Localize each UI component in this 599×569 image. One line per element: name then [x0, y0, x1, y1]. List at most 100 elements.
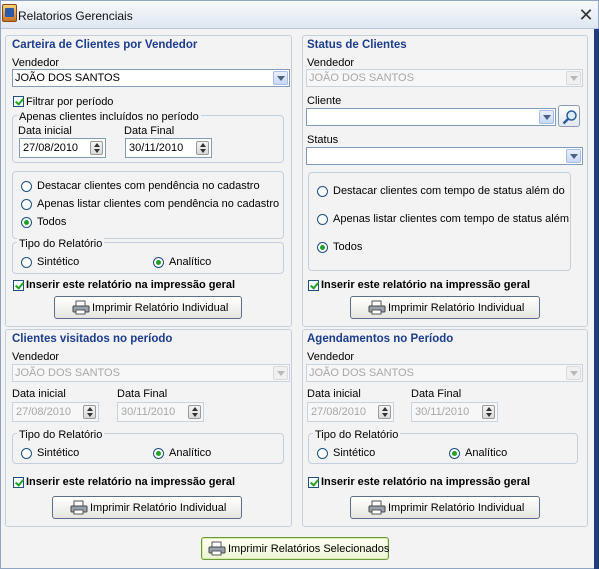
- printer-icon: [70, 500, 88, 515]
- search-icon: [562, 110, 577, 125]
- spinner-icon[interactable]: [196, 141, 209, 155]
- tipo-relatorio-group: Tipo do Relatório Sintético Analítico: [308, 429, 578, 464]
- inserir-label: Inserir este relatório na impressão gera…: [26, 279, 236, 291]
- carteira-title: Carteira de Clientes por Vendedor: [12, 39, 198, 51]
- data-final-field[interactable]: 30/11/2010: [411, 402, 498, 422]
- radio-sintetico[interactable]: [317, 448, 328, 459]
- data-final-value: 30/11/2010: [415, 406, 470, 418]
- data-final-field[interactable]: 30/11/2010: [117, 402, 204, 422]
- data-final-label: Data Final: [411, 388, 462, 400]
- vendedor-value: JOÃO DOS SANTOS: [15, 367, 120, 379]
- radio-sintetico[interactable]: [21, 257, 32, 268]
- data-inicial-field[interactable]: 27/08/2010: [307, 402, 394, 422]
- cliente-label: Cliente: [307, 95, 342, 107]
- imprimir-individual-label: Imprimir Relatório Individual: [92, 302, 229, 314]
- imprimir-selecionados-label: Imprimir Relatórios Selecionados: [228, 543, 390, 555]
- imprimir-individual-button[interactable]: Imprimir Relatório Individual: [350, 296, 540, 319]
- radio-analitico[interactable]: [153, 257, 164, 268]
- radio-sintetico[interactable]: [21, 448, 32, 459]
- radio-destacar[interactable]: [21, 181, 32, 192]
- vendedor-label: Vendedor: [307, 57, 355, 69]
- imprimir-individual-button[interactable]: Imprimir Relatório Individual: [52, 496, 242, 519]
- agendamentos-group: Agendamentos no Período Vendedor JOÃO DO…: [302, 329, 588, 527]
- imprimir-individual-label: Imprimir Relatório Individual: [388, 502, 525, 514]
- data-inicial-field[interactable]: 27/08/2010: [12, 402, 99, 422]
- data-inicial-label: Data inicial: [307, 388, 361, 400]
- chevron-down-icon[interactable]: [566, 71, 581, 85]
- inserir-checkbox[interactable]: [13, 280, 24, 291]
- radio-apenas-label: Apenas listar clientes com tempo de stat…: [333, 213, 570, 225]
- data-inicial-value: 27/08/2010: [23, 142, 79, 154]
- data-inicial-value: 27/08/2010: [311, 406, 367, 418]
- chevron-down-icon[interactable]: [273, 366, 288, 380]
- window-edge: [594, 29, 599, 569]
- window-title: Relatorios Gerenciais: [18, 9, 133, 23]
- spinner-icon[interactable]: [188, 405, 201, 419]
- radio-apenas-label: Apenas listar clientes com pendência no …: [37, 198, 280, 210]
- status-title: Status de Clientes: [307, 39, 407, 51]
- tipo-relatorio-group: Tipo do Relatório Sintético Analítico: [12, 238, 284, 274]
- radio-analitico[interactable]: [153, 448, 164, 459]
- data-final-label: Data Final: [117, 388, 168, 400]
- radio-apenas[interactable]: [317, 214, 328, 225]
- radio-sintetico-label: Sintético: [37, 256, 80, 268]
- imprimir-individual-label: Imprimir Relatório Individual: [388, 302, 525, 314]
- radio-todos-label: Todos: [37, 216, 67, 228]
- radio-analitico-label: Analítico: [169, 256, 212, 268]
- inserir-checkbox[interactable]: [13, 477, 24, 488]
- radio-apenas[interactable]: [21, 199, 32, 210]
- status-group: Status de Clientes Vendedor JOÃO DOS SAN…: [302, 35, 588, 327]
- periodo-title: Apenas clientes incluídos no período: [17, 111, 201, 123]
- status-select[interactable]: [306, 147, 583, 165]
- app-icon: [2, 4, 17, 22]
- spinner-icon[interactable]: [83, 405, 96, 419]
- cliente-select[interactable]: [306, 108, 556, 126]
- vendedor-label: Vendedor: [12, 351, 60, 363]
- vendedor-select[interactable]: JOÃO DOS SANTOS: [306, 69, 583, 87]
- tipo-relatorio-title: Tipo do Relatório: [17, 429, 105, 441]
- radio-destacar[interactable]: [317, 186, 328, 197]
- title-bar: Relatorios Gerenciais ✕: [1, 1, 598, 29]
- report-window: Relatorios Gerenciais ✕ Carteira de Clie…: [0, 0, 599, 569]
- printer-icon: [368, 500, 386, 515]
- spinner-icon[interactable]: [90, 141, 103, 155]
- chevron-down-icon[interactable]: [273, 71, 288, 85]
- vendedor-select[interactable]: JOÃO DOS SANTOS: [306, 364, 583, 382]
- tempo-status-options: Destacar clientes com tempo de status al…: [308, 172, 571, 271]
- inserir-label: Inserir este relatório na impressão gera…: [321, 279, 531, 291]
- inserir-checkbox[interactable]: [308, 477, 319, 488]
- imprimir-selecionados-button[interactable]: Imprimir Relatórios Selecionados: [201, 537, 389, 560]
- spinner-icon[interactable]: [482, 405, 495, 419]
- tipo-relatorio-title: Tipo do Relatório: [17, 238, 105, 250]
- radio-destacar-label: Destacar clientes com tempo de status al…: [333, 185, 565, 197]
- vendedor-value: JOÃO DOS SANTOS: [309, 367, 414, 379]
- agendamentos-title: Agendamentos no Período: [307, 333, 454, 345]
- vendedor-value: JOÃO DOS SANTOS: [309, 72, 414, 84]
- radio-analitico-label: Analítico: [465, 447, 508, 459]
- vendedor-select[interactable]: JOÃO DOS SANTOS: [12, 69, 290, 87]
- inserir-checkbox[interactable]: [308, 280, 319, 291]
- data-final-value: 30/11/2010: [129, 142, 184, 154]
- radio-destacar-label: Destacar clientes com pendência no cadas…: [37, 180, 260, 192]
- chevron-down-icon[interactable]: [566, 149, 581, 163]
- vendedor-label: Vendedor: [12, 57, 60, 69]
- vendedor-label: Vendedor: [307, 351, 355, 363]
- vendedor-select[interactable]: JOÃO DOS SANTOS: [12, 364, 290, 382]
- chevron-down-icon[interactable]: [566, 366, 581, 380]
- imprimir-individual-button[interactable]: Imprimir Relatório Individual: [54, 296, 242, 319]
- status-label: Status: [307, 134, 339, 146]
- radio-todos[interactable]: [317, 242, 328, 253]
- chevron-down-icon[interactable]: [539, 110, 554, 124]
- radio-analitico-label: Analítico: [169, 447, 212, 459]
- data-final-field[interactable]: 30/11/2010: [125, 138, 212, 158]
- search-button[interactable]: [558, 105, 580, 127]
- printer-icon: [208, 541, 226, 556]
- spinner-icon[interactable]: [378, 405, 391, 419]
- filtrar-checkbox[interactable]: [13, 96, 24, 107]
- close-icon[interactable]: ✕: [577, 6, 595, 24]
- imprimir-individual-button[interactable]: Imprimir Relatório Individual: [350, 496, 540, 519]
- data-inicial-label: Data inicial: [12, 388, 66, 400]
- data-inicial-field[interactable]: 27/08/2010: [19, 138, 106, 158]
- radio-todos[interactable]: [21, 217, 32, 228]
- radio-analitico[interactable]: [449, 448, 460, 459]
